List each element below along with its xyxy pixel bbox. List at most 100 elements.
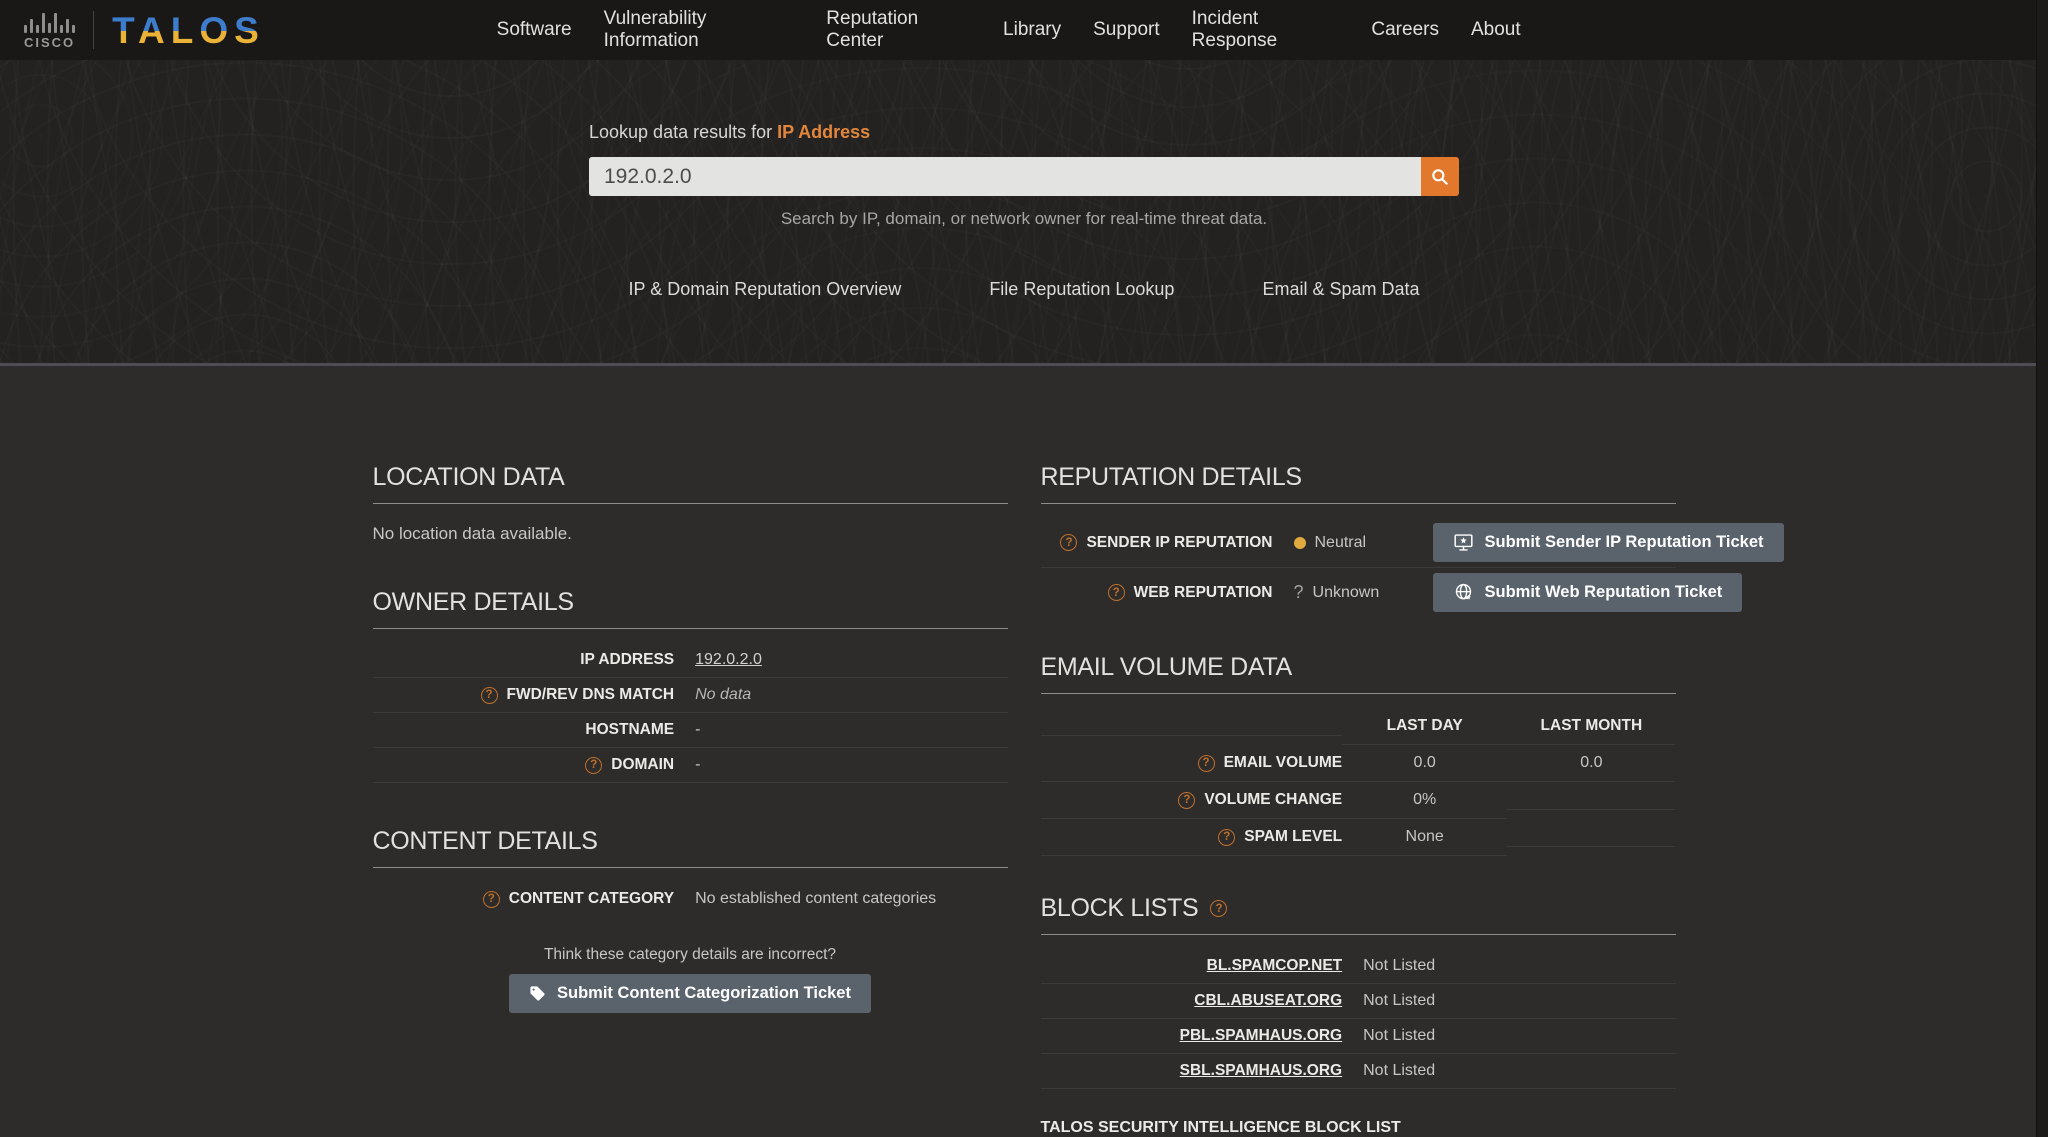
help-icon[interactable]: ? (585, 756, 603, 774)
help-icon[interactable]: ? (1197, 754, 1215, 772)
location-data-empty-text: No location data available. (372, 524, 572, 543)
search-button[interactable] (1421, 157, 1459, 196)
location-data-section: LOCATION DATA No location data available… (372, 463, 1008, 544)
table-row: BL.SPAMCOP.NET Not Listed (1040, 949, 1676, 984)
location-data-heading: LOCATION DATA (372, 463, 1008, 504)
table-row: HOSTNAME - (372, 713, 1008, 748)
lookup-results-label: Lookup data results for IP Address (589, 122, 1459, 143)
submit-sender-ip-reputation-ticket-button[interactable]: Submit Sender IP Reputation Ticket (1432, 523, 1784, 562)
sbl-spamhaus-org-status: Not Listed (1363, 1062, 1436, 1079)
cisco-wordmark: CISCO (24, 34, 76, 50)
tag-icon (529, 985, 546, 1002)
monitor-star-icon (1453, 532, 1474, 553)
nav-item-about[interactable]: About (1471, 19, 1521, 41)
help-icon[interactable]: ? (1210, 900, 1228, 917)
email-volume-data-heading: EMAIL VOLUME DATA (1040, 653, 1676, 694)
content-details-heading: CONTENT DETAILS (372, 827, 1008, 868)
email-volume-last-month: 0.0 (1507, 745, 1676, 782)
email-volume-data-section: EMAIL VOLUME DATA LAST DAY LAST MONTH ? … (1040, 653, 1676, 856)
cbl-abuseat-org-status: Not Listed (1363, 992, 1436, 1009)
nav-item-support[interactable]: Support (1093, 19, 1160, 41)
hostname-value: - (695, 721, 701, 738)
block-lists-title: BLOCK LISTS (1040, 894, 1199, 922)
help-icon[interactable]: ? (1178, 791, 1196, 809)
sender-ip-reputation-value: Neutral (1314, 533, 1367, 551)
top-navigation-bar: CISCO TALOS Software Vulnerability Infor… (0, 0, 2048, 60)
cbl-abuseat-org-link[interactable]: CBL.ABUSEAT.ORG (1194, 992, 1342, 1010)
owner-details-section: OWNER DETAILS IP ADDRESS 192.0.2.0 ? FWD… (372, 588, 1008, 783)
submit-sender-ip-reputation-ticket-label: Submit Sender IP Reputation Ticket (1484, 533, 1764, 551)
owner-details-heading: OWNER DETAILS (372, 588, 1008, 629)
bl-spamcop-net-link[interactable]: BL.SPAMCOP.NET (1207, 957, 1343, 975)
submit-content-categorization-ticket-button[interactable]: Submit Content Categorization Ticket (509, 974, 871, 1013)
help-icon[interactable]: ? (1060, 534, 1078, 551)
scrollbar[interactable] (2036, 0, 2048, 1137)
help-icon[interactable]: ? (480, 686, 498, 704)
block-lists-section: BLOCK LISTS ? BL.SPAMCOP.NET Not Listed … (1040, 894, 1676, 1137)
search-help-text: Search by IP, domain, or network owner f… (780, 209, 1268, 228)
spam-level-last-month (1507, 828, 1676, 847)
web-reputation-label: WEB REPUTATION (1133, 583, 1273, 601)
nav-item-software[interactable]: Software (497, 19, 572, 41)
ip-address-link[interactable]: 192.0.2.0 (695, 651, 762, 668)
table-row: PBL.SPAMHAUS.ORG Not Listed (1040, 1019, 1676, 1054)
col-last-day: LAST DAY (1342, 708, 1508, 745)
fwd-rev-dns-match-label: FWD/REV DNS MATCH (506, 686, 675, 703)
tab-file-reputation-lookup[interactable]: File Reputation Lookup (945, 279, 1218, 300)
bl-spamcop-net-status: Not Listed (1363, 957, 1436, 974)
reputation-tabs: IP & Domain Reputation Overview File Rep… (589, 266, 1459, 312)
cisco-logo[interactable]: CISCO (24, 11, 76, 50)
ip-address-label: IP ADDRESS (580, 651, 675, 668)
col-last-month: LAST MONTH (1507, 708, 1676, 745)
tab-ip-domain-reputation-overview[interactable]: IP & Domain Reputation Overview (585, 279, 946, 300)
pbl-spamhaus-org-link[interactable]: PBL.SPAMHAUS.ORG (1180, 1027, 1342, 1045)
submit-content-categorization-ticket-label: Submit Content Categorization Ticket (557, 984, 851, 1002)
status-dot-neutral (1293, 536, 1306, 549)
email-volume-last-day: 0.0 (1342, 745, 1508, 782)
reputation-details-section: REPUTATION DETAILS ? SENDER IP REPUTATIO… (1040, 463, 1784, 617)
sbl-spamhaus-org-link[interactable]: SBL.SPAMHAUS.ORG (1180, 1062, 1342, 1080)
content-category-value: No established content categories (695, 890, 937, 907)
table-row: ? CONTENT CATEGORY No established conten… (373, 882, 1008, 916)
table-row: ? FWD/REV DNS MATCH No data (372, 678, 1008, 713)
spam-level-last-day: None (1342, 819, 1508, 856)
lookup-label-prefix: Lookup data results for (589, 122, 778, 142)
nav-item-reputation-center[interactable]: Reputation Center (826, 8, 971, 52)
table-row: SBL.SPAMHAUS.ORG Not Listed (1040, 1054, 1676, 1089)
nav-item-careers[interactable]: Careers (1371, 19, 1439, 41)
search-icon (1430, 167, 1450, 187)
search-input[interactable] (589, 157, 1421, 196)
volume-change-label: VOLUME CHANGE (1204, 791, 1343, 808)
domain-label: DOMAIN (611, 756, 675, 773)
category-incorrect-prompt: Think these category details are incorre… (543, 946, 837, 963)
table-row: IP ADDRESS 192.0.2.0 (372, 643, 1008, 678)
brand-area: CISCO TALOS (24, 11, 265, 50)
nav-item-incident-response[interactable]: Incident Response (1192, 8, 1340, 52)
globe-star-icon (1453, 582, 1474, 603)
volume-change-last-day: 0% (1342, 782, 1508, 819)
table-row: CBL.ABUSEAT.ORG Not Listed (1040, 984, 1676, 1019)
spam-level-label: SPAM LEVEL (1244, 828, 1343, 845)
help-icon[interactable]: ? (482, 890, 500, 908)
volume-change-last-month (1507, 791, 1676, 810)
pbl-spamhaus-org-status: Not Listed (1363, 1027, 1436, 1044)
block-lists-heading: BLOCK LISTS ? (1040, 894, 1676, 935)
web-reputation-value: Unknown (1312, 583, 1380, 601)
brand-divider (93, 11, 95, 49)
nav-item-vulnerability-information[interactable]: Vulnerability Information (604, 8, 795, 52)
tab-email-spam-data[interactable]: Email & Spam Data (1218, 279, 1463, 300)
help-icon[interactable]: ? (1218, 828, 1236, 846)
talos-block-list-subheading: TALOS SECURITY INTELLIGENCE BLOCK LIST (1041, 1119, 1676, 1137)
content-category-label: CONTENT CATEGORY (508, 890, 675, 907)
cisco-bars-icon (24, 11, 76, 33)
talos-logo[interactable]: TALOS (112, 12, 265, 49)
content-details-section: CONTENT DETAILS ? CONTENT CATEGORY No es… (372, 827, 1008, 1013)
nav-item-library[interactable]: Library (1003, 19, 1061, 41)
fwd-rev-dns-match-value: No data (695, 686, 752, 703)
help-icon[interactable]: ? (1107, 584, 1125, 601)
sender-ip-reputation-label: SENDER IP REPUTATION (1086, 533, 1273, 551)
lookup-label-type: IP Address (777, 122, 871, 142)
submit-web-reputation-ticket-button[interactable]: Submit Web Reputation Ticket (1432, 573, 1743, 612)
table-row: ? DOMAIN - (372, 748, 1008, 783)
unknown-question-mark: ? (1293, 582, 1304, 602)
